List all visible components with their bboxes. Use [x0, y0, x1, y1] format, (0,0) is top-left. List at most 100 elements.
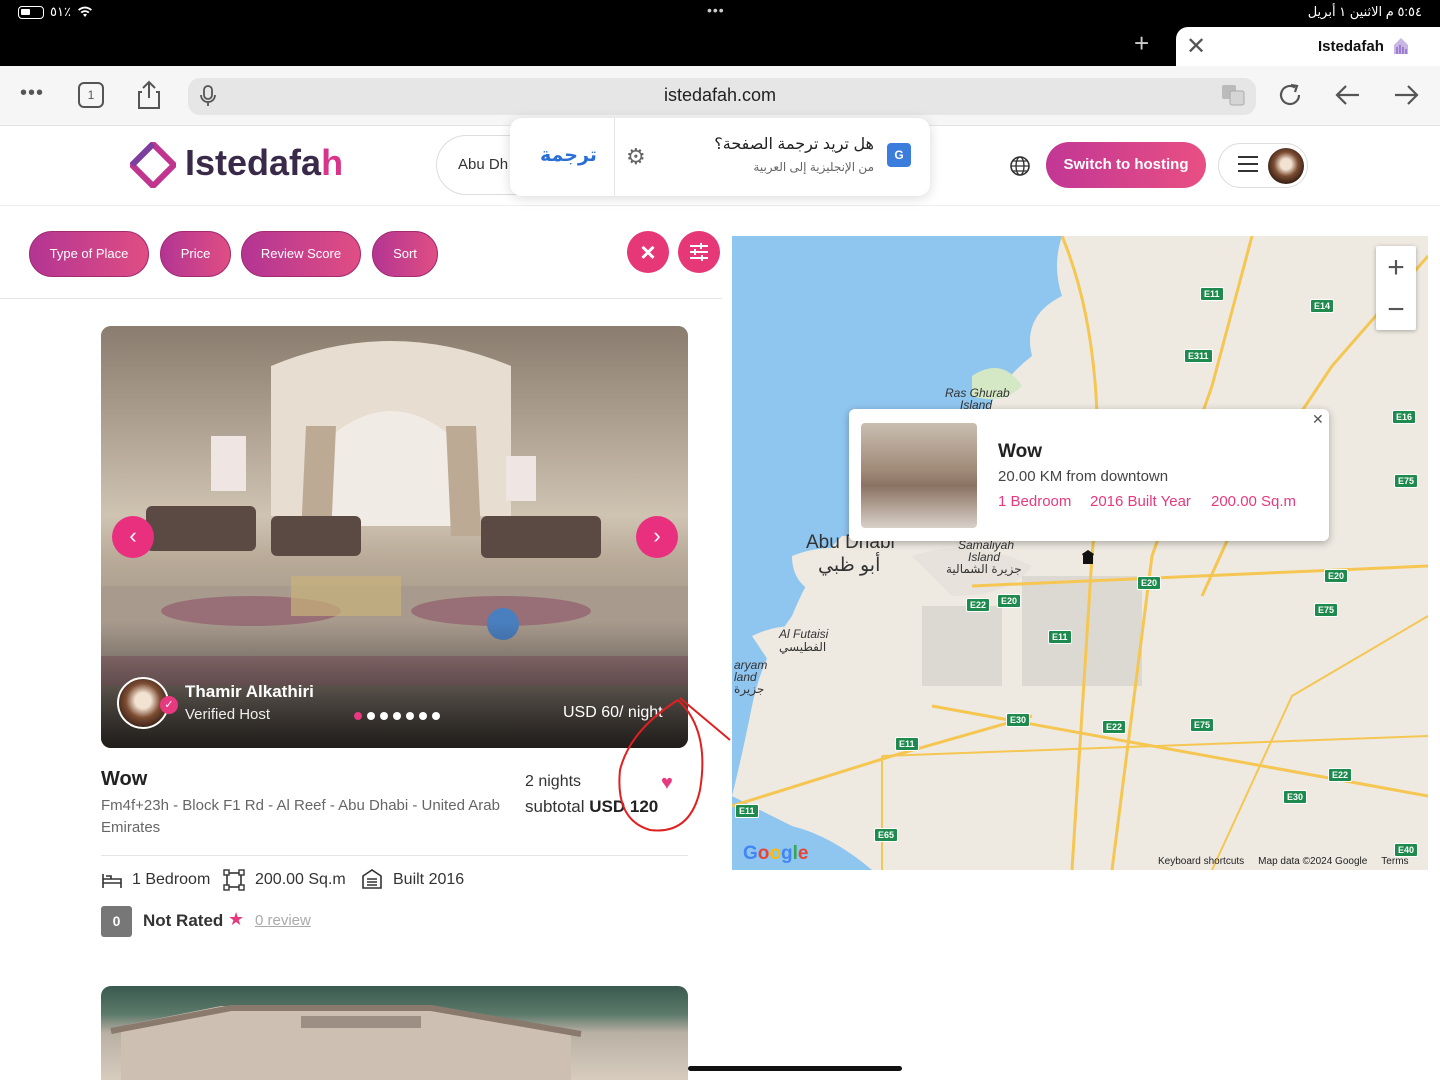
zoom-in-button[interactable]: + [1376, 248, 1416, 288]
switch-to-hosting-button[interactable]: Switch to hosting [1046, 142, 1206, 188]
road-shield: E22 [1328, 768, 1353, 782]
area-icon [223, 869, 245, 891]
popup-area: 200.00 Sq.m [1211, 493, 1297, 510]
road-shield: E11 [1200, 287, 1224, 301]
verified-check-icon: ✓ [160, 696, 178, 714]
review-link[interactable]: 0 review [255, 912, 311, 929]
road-shield: E14 [1310, 299, 1335, 313]
keyboard-shortcuts-link[interactable]: Keyboard shortcuts [1158, 856, 1244, 867]
site-logo[interactable]: Istedafah [185, 142, 343, 184]
filter-divider [0, 298, 722, 299]
tab-close-icon[interactable]: ✕ [1186, 32, 1206, 61]
popup-title[interactable]: Wow [998, 441, 1042, 463]
pagination-dot[interactable] [432, 712, 440, 720]
road-shield: E11 [1048, 630, 1072, 644]
search-location-text[interactable]: Abu Dh [458, 156, 508, 173]
home-indicator [688, 1066, 902, 1071]
road-shield: E16 [1392, 410, 1417, 424]
pagination-dot[interactable] [354, 712, 362, 720]
clear-filters-button[interactable]: × [627, 231, 669, 273]
translate-page-icon[interactable] [1221, 84, 1245, 106]
road-shield: E75 [1394, 474, 1419, 488]
pagination-dot[interactable] [367, 712, 375, 720]
filter-settings-button[interactable] [678, 231, 720, 273]
battery-percent: ٥١٪ [50, 4, 71, 19]
popup-distance: 20.00 KM from downtown [998, 468, 1169, 485]
reload-icon[interactable] [1277, 82, 1303, 108]
translate-subtitle: من الإنجليزية إلى العربية [753, 160, 874, 174]
multitasking-dots[interactable]: ••• [707, 2, 725, 18]
bedroom-count: 1 Bedroom [132, 871, 211, 888]
popup-bedrooms: 1 Bedroom [998, 493, 1072, 510]
next-photo-button[interactable]: › [636, 516, 678, 558]
road-shield: E20 [997, 594, 1022, 608]
popup-built-year: 2016 Built Year [1090, 493, 1191, 510]
pagination-dot[interactable] [419, 712, 427, 720]
zoom-out-button[interactable]: − [1376, 290, 1416, 330]
road-shield: E40 [1394, 843, 1419, 857]
road-shield: E75 [1314, 603, 1339, 617]
map-label-al-futaisi-ar: الفطيسي [779, 640, 827, 654]
pagination-dot[interactable] [406, 712, 414, 720]
map-label-abu-dhabi-ar: أبو ظبي [818, 555, 881, 576]
globe-icon[interactable] [1009, 155, 1031, 177]
verified-host-label: Verified Host [185, 706, 271, 723]
new-tab-button[interactable]: + [1134, 30, 1149, 56]
hamburger-icon[interactable] [1238, 156, 1258, 177]
listing-address: Fm4f+23h - Block F1 Rd - Al Reef - Abu D… [101, 797, 500, 836]
subtotal-label: subtotal [525, 797, 590, 816]
wifi-icon [77, 6, 92, 18]
bed-icon [102, 874, 122, 888]
translate-question: هل تريد ترجمة الصفحة؟ [714, 136, 874, 153]
back-arrow-icon[interactable] [1335, 84, 1361, 106]
built-year: Built 2016 [393, 871, 465, 888]
listing-title[interactable]: Wow [101, 768, 147, 791]
review-score-filter[interactable]: Review Score [241, 231, 361, 277]
map-label-aryam-ar: جزيرة [734, 682, 765, 696]
translate-button[interactable]: ترجمة [540, 144, 597, 167]
google-translate-icon: G [887, 143, 911, 167]
battery-icon [18, 5, 44, 19]
nights-count: 2 nights [525, 773, 582, 790]
previous-photo-button[interactable]: ‹ [112, 516, 154, 558]
forward-arrow-icon[interactable] [1393, 84, 1419, 106]
sort-filter[interactable]: Sort [372, 231, 438, 277]
translate-divider [614, 118, 615, 196]
star-icon: ★ [228, 909, 245, 929]
pagination-dot[interactable] [380, 712, 388, 720]
map-footer: Keyboard shortcuts Map data ©2024 Google… [1158, 856, 1409, 867]
map-label-samaliyah-ar: جزيرة الشمالية [946, 562, 1022, 576]
google-logo: Google [743, 843, 809, 864]
building-icon [362, 869, 382, 889]
road-shield: E22 [966, 598, 991, 612]
gear-icon[interactable]: ⚙ [626, 144, 646, 170]
battery-indicator: ٥١٪ [18, 4, 93, 20]
card-divider [101, 855, 688, 856]
villa-photo [110, 1005, 582, 1080]
road-shield: E65 [874, 828, 899, 842]
popup-close-icon[interactable]: ✕ [1312, 411, 1324, 428]
annotation-circle [618, 697, 731, 832]
map-data-attribution: Map data ©2024 Google [1258, 856, 1368, 867]
road-shield: E20 [1137, 576, 1162, 590]
popup-listing-photo[interactable] [861, 423, 977, 528]
tab-title: Istedafah [1318, 38, 1384, 55]
type-of-place-filter[interactable]: Type of Place [29, 231, 149, 277]
second-listing-photo[interactable] [101, 986, 688, 1080]
host-name[interactable]: Thamir Alkathiri [185, 682, 314, 702]
road-shield: E20 [1324, 569, 1349, 583]
road-shield: E311 [1184, 349, 1213, 363]
terms-link[interactable]: Terms [1381, 856, 1408, 867]
sliders-icon [690, 243, 708, 261]
user-avatar[interactable] [1268, 148, 1304, 184]
price-filter[interactable]: Price [160, 231, 231, 277]
road-shield: E22 [1102, 720, 1127, 734]
istedafah-logo-icon[interactable] [130, 142, 176, 188]
area-size: 200.00 Sq.m [255, 871, 346, 888]
road-shield: E11 [735, 804, 759, 818]
pagination-dot[interactable] [393, 712, 401, 720]
photo-pagination-dots[interactable] [354, 712, 440, 720]
map-label-al-futaisi: Al Futaisi [779, 627, 829, 641]
road-shield: E30 [1006, 713, 1031, 727]
road-shield: E75 [1190, 718, 1215, 732]
